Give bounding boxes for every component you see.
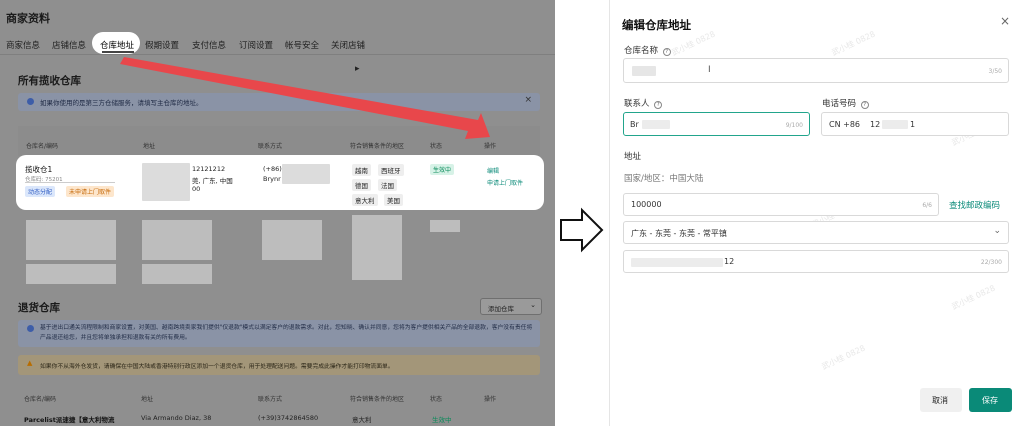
warehouse-name-input[interactable]: I 3/50 (623, 58, 1009, 83)
phone-input[interactable]: CN +86 12 1 (821, 112, 1009, 136)
region-select[interactable]: 广东 - 东莞 - 东莞 - 常平镇 ⌄ (623, 221, 1009, 244)
chevron-down-icon: ⌄ (993, 226, 1001, 236)
watermark: 武小桂 0828 (820, 343, 867, 372)
cancel-button[interactable]: 取消 (920, 388, 962, 412)
region-value: 广东 - 东莞 - 东莞 - 常平镇 (631, 229, 727, 238)
postcode-value: 100000 (631, 200, 662, 209)
edit-warehouse-dialog: 武小桂 0828 武小桂 0828 武小桂 0828 武小桂 0828 武小桂 … (609, 0, 1024, 426)
warehouse-name-label: 仓库名称 ? (624, 44, 671, 56)
watermark: 武小桂 0828 (830, 29, 877, 58)
phone-label: 电话号码 ? (822, 97, 869, 109)
contact-label-text: 联系人 (624, 99, 650, 109)
contact-label: 联系人 ? (624, 97, 663, 109)
contact-count: 9/100 (785, 122, 803, 129)
contact-redacted (642, 120, 670, 129)
seller-center-screenshot: 商家资料 商家信息 店铺信息 仓库地址 假期设置 支付信息 订阅设置 帐号安全 … (0, 0, 555, 426)
cancel-label: 取消 (932, 396, 948, 405)
country-text: 国家/地区：中国大陆 (624, 174, 704, 184)
address-label: 地址 (624, 152, 642, 162)
find-postcode-link[interactable]: 查找邮政编码 (949, 199, 1000, 211)
warehouse-name-redacted (632, 66, 656, 76)
close-icon[interactable]: × (1000, 14, 1010, 28)
watermark: 武小桂 0828 (670, 29, 717, 58)
address-detail-value: 12 (724, 257, 735, 266)
text-cursor-icon: I (708, 65, 711, 75)
watermark: 武小桂 0828 (950, 283, 997, 312)
address-detail-redacted (631, 258, 723, 267)
save-button[interactable]: 保存 (969, 388, 1012, 412)
phone-country-code: CN +86 (829, 120, 860, 129)
transition-arrow-icon (560, 207, 604, 253)
warehouse-name-label-text: 仓库名称 (624, 46, 659, 56)
help-icon: ? (662, 48, 671, 56)
help-icon: ? (860, 101, 869, 109)
red-arrow-icon (120, 57, 490, 139)
warehouse-name-count: 3/50 (988, 68, 1002, 75)
save-label: 保存 (982, 396, 998, 405)
postcode-count: 6/6 (922, 202, 932, 209)
postcode-input[interactable]: 100000 6/6 (623, 193, 939, 216)
phone-label-text: 电话号码 (822, 99, 857, 109)
address-detail-input[interactable]: 12 22/300 (623, 250, 1009, 273)
dialog-title: 编辑仓库地址 (622, 18, 691, 32)
phone-value: 12 (870, 120, 881, 129)
contact-input[interactable]: Br 9/100 (623, 112, 810, 136)
phone-suffix: 1 (910, 120, 916, 129)
help-icon: ? (654, 101, 663, 109)
phone-redacted (882, 120, 908, 129)
contact-value: Br (630, 120, 639, 129)
address-detail-count: 22/300 (980, 259, 1002, 266)
